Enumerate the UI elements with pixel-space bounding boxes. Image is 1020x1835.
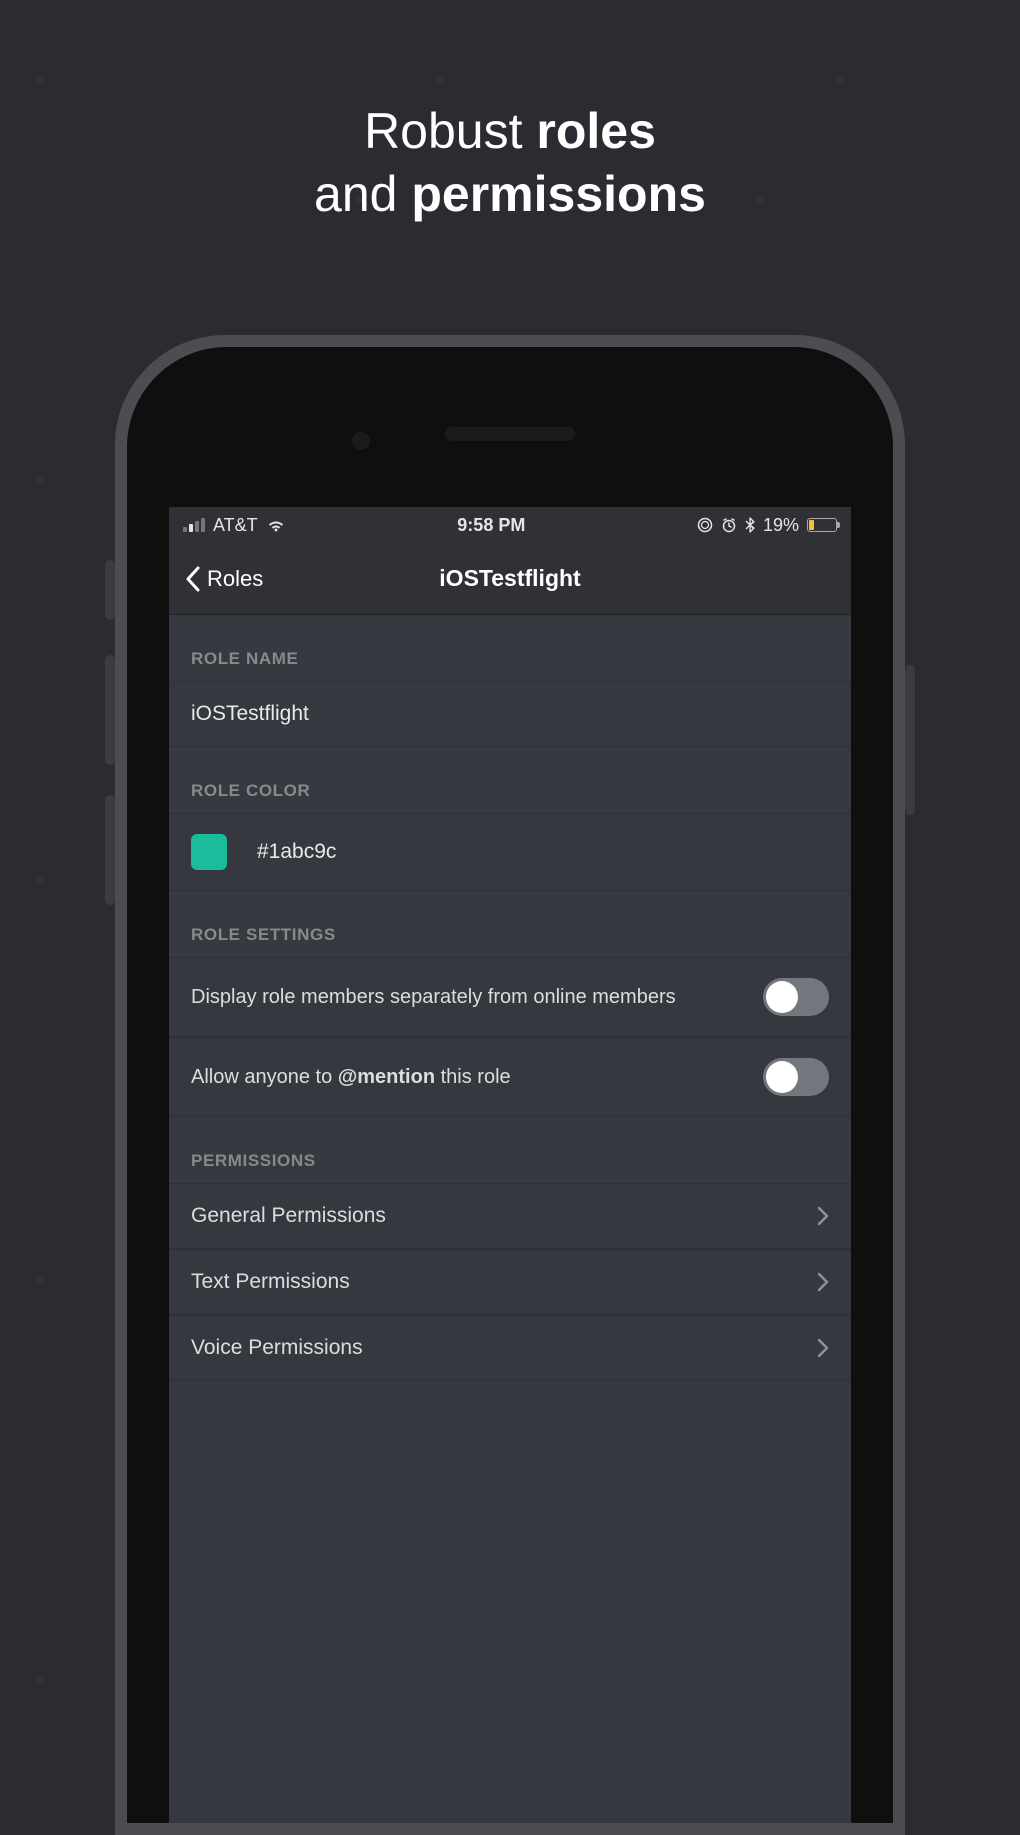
nav-row-label: General Permissions: [191, 1204, 386, 1228]
chevron-left-icon: [185, 566, 201, 592]
toggle-display-separately[interactable]: [763, 978, 829, 1016]
chevron-right-icon: [817, 1206, 829, 1226]
section-header-role-color: ROLE COLOR: [169, 747, 851, 813]
role-color-row[interactable]: #1abc9c: [169, 813, 851, 891]
role-color-hex: #1abc9c: [257, 840, 336, 864]
phone-side-button: [905, 665, 915, 815]
status-time: 9:58 PM: [457, 515, 525, 536]
phone-mockup: AT&T 9:58 PM 19%: [115, 335, 905, 1835]
permissions-general[interactable]: General Permissions: [169, 1183, 851, 1249]
page-title: iOSTestflight: [169, 565, 851, 592]
permissions-text[interactable]: Text Permissions: [169, 1249, 851, 1315]
headline-bold: roles: [536, 103, 656, 159]
role-name-field[interactable]: iOSTestflight: [169, 681, 851, 747]
promo-headline: Robust roles and permissions: [0, 100, 1020, 225]
signal-icon: [183, 518, 205, 532]
battery-percent: 19%: [763, 515, 799, 536]
phone-body: AT&T 9:58 PM 19%: [127, 347, 893, 1823]
toggle-allow-mention[interactable]: [763, 1058, 829, 1096]
nav-row-label: Voice Permissions: [191, 1336, 363, 1360]
chevron-right-icon: [817, 1272, 829, 1292]
setting-label: Allow anyone to @mention this role: [191, 1064, 743, 1091]
role-name-value: iOSTestflight: [191, 702, 309, 726]
content-scroll[interactable]: ROLE NAME iOSTestflight ROLE COLOR #1abc…: [169, 615, 851, 1823]
navigation-bar: Roles iOSTestflight: [169, 543, 851, 615]
section-header-role-name: ROLE NAME: [169, 615, 851, 681]
setting-display-separately: Display role members separately from onl…: [169, 957, 851, 1037]
carrier-label: AT&T: [213, 515, 258, 536]
headline-bold: permissions: [411, 166, 706, 222]
phone-side-button: [105, 560, 115, 620]
alarm-icon: [721, 517, 737, 533]
phone-side-button: [105, 795, 115, 905]
permissions-voice[interactable]: Voice Permissions: [169, 1315, 851, 1381]
chevron-right-icon: [817, 1338, 829, 1358]
section-header-permissions: PERMISSIONS: [169, 1117, 851, 1183]
headline-text: Robust: [364, 103, 536, 159]
section-header-role-settings: ROLE SETTINGS: [169, 891, 851, 957]
setting-allow-mention: Allow anyone to @mention this role: [169, 1037, 851, 1117]
back-label: Roles: [207, 566, 263, 592]
phone-speaker: [445, 427, 575, 441]
color-swatch: [191, 834, 227, 870]
app-screen: AT&T 9:58 PM 19%: [169, 507, 851, 1823]
headline-text: and: [314, 166, 411, 222]
status-bar: AT&T 9:58 PM 19%: [169, 507, 851, 543]
do-not-disturb-icon: [697, 517, 713, 533]
nav-row-label: Text Permissions: [191, 1270, 350, 1294]
back-button[interactable]: Roles: [185, 566, 263, 592]
setting-label: Display role members separately from onl…: [191, 984, 743, 1011]
battery-icon: [807, 518, 837, 532]
bluetooth-icon: [745, 517, 755, 533]
phone-side-button: [105, 655, 115, 765]
wifi-icon: [266, 518, 286, 532]
phone-camera: [352, 432, 370, 450]
